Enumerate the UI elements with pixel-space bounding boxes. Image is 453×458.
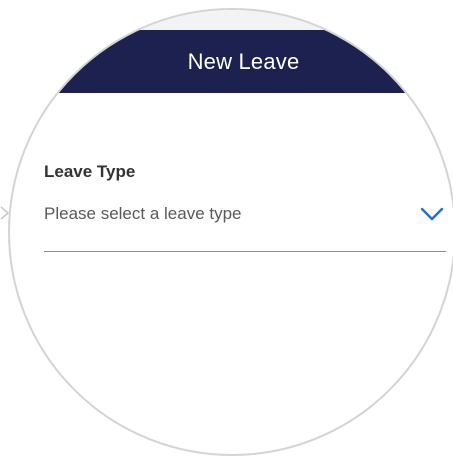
leave-type-dropdown[interactable]: Please select a leave type [44,198,446,230]
magnified-view: New Leave Leave Type Please select a lea… [0,0,453,458]
status-strip [10,10,453,30]
zoom-lens: New Leave Leave Type Please select a lea… [8,8,453,456]
app-screen: New Leave Leave Type Please select a lea… [10,10,453,454]
dropdown-underline [44,251,446,252]
header-bar: New Leave [10,30,453,93]
page-title: New Leave [187,48,300,74]
chevron-down-icon[interactable] [420,206,444,222]
leave-type-label: Leave Type [44,162,136,181]
leave-type-placeholder: Please select a leave type [44,204,242,223]
